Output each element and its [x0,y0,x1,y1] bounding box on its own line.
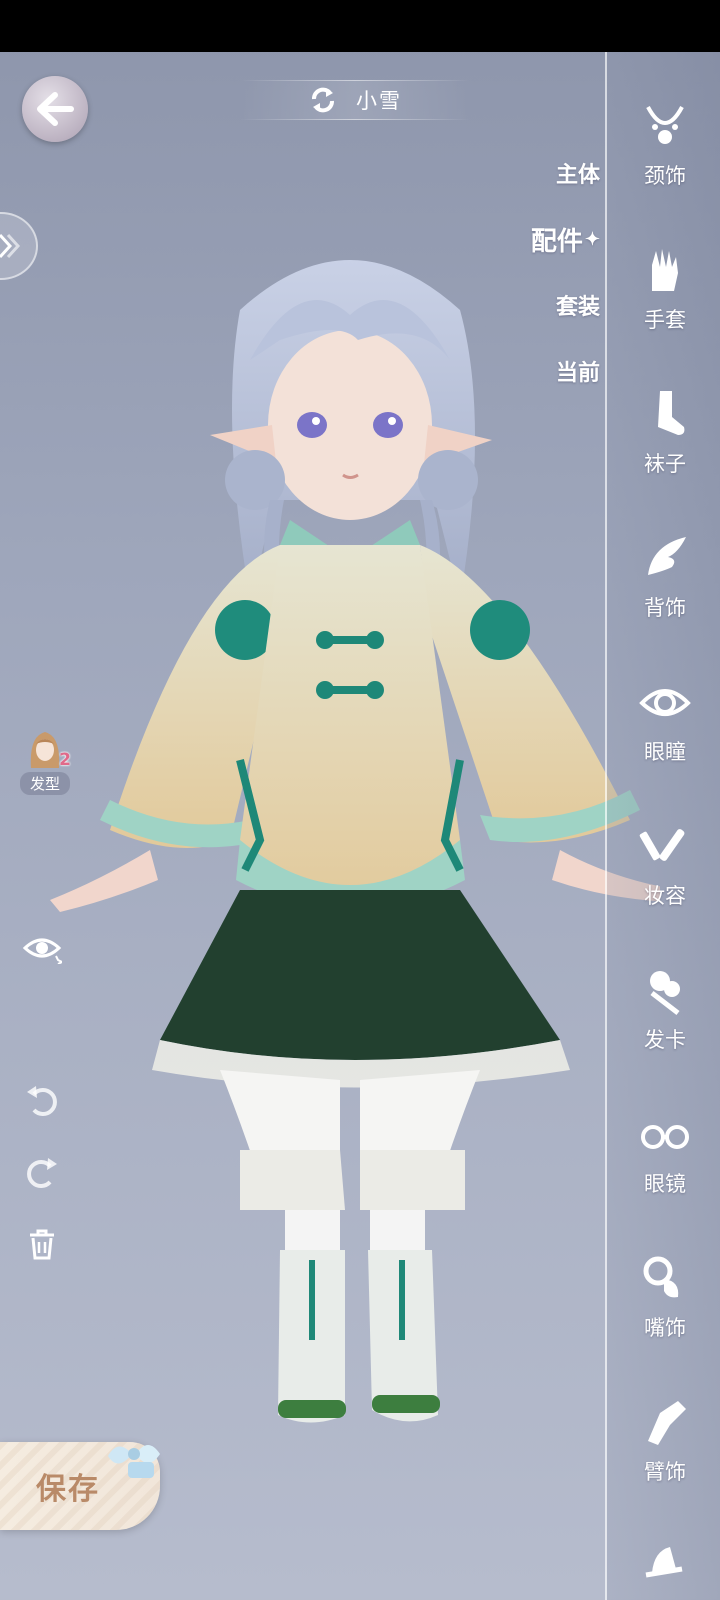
panel-divider [605,52,607,1600]
tab-outfit[interactable]: 套装 [520,272,600,338]
makeup-icon [639,829,685,861]
save-label: 保存 [36,1472,100,1507]
accessory-pupils-label: 眼瞳 [644,740,686,764]
expand-panel-button[interactable] [0,212,38,280]
eye-icon [639,689,691,716]
active-marker: ✦ [584,228,600,250]
necklace-icon [646,106,684,144]
undo-button[interactable] [20,1078,64,1122]
armband-icon [648,1401,686,1445]
character-name-bar[interactable]: 小雪 [240,80,470,120]
hairstyle-count-badge: 2 [59,750,71,770]
trash-icon [30,1229,54,1260]
hairstyle-avatar-icon: 2 [27,728,71,770]
sock-icon [658,391,685,435]
accessory-socks-label: 袜子 [644,452,686,476]
accessory-arm[interactable]: 臂饰 [620,1392,710,1512]
accessory-hairclip-label: 发卡 [644,1028,686,1052]
tab-accessories-label: 配件 [530,226,583,257]
tab-current-label: 当前 [555,360,600,386]
back-arrow-icon [37,92,74,126]
accessory-hairclip[interactable]: 发卡 [620,960,710,1080]
delete-button[interactable] [20,1222,64,1266]
tab-main-label: 主体 [555,162,600,188]
accessory-arm-label: 臂饰 [644,1460,686,1484]
tab-accessories[interactable]: 配件 ✦ [520,206,600,272]
accessory-back-label: 背饰 [644,596,686,620]
eye-sparkle-icon [22,938,62,964]
wing-icon [648,537,686,575]
redo-icon [27,1158,57,1188]
accessory-hat[interactable] [620,1536,710,1600]
accessory-gloves[interactable]: 手套 [620,240,710,360]
redo-button[interactable] [20,1150,64,1194]
category-tabs: 主体 配件 ✦ 套装 当前 [520,140,600,404]
hairclip-icon [650,971,680,1015]
hairstyle-label: 发型 [19,772,70,795]
accessory-socks[interactable]: 袜子 [620,384,710,504]
tab-main[interactable]: 主体 [520,140,600,206]
accessory-glasses-label: 眼镜 [644,1172,686,1196]
back-button[interactable] [22,76,88,142]
undo-icon [27,1086,57,1116]
accessory-gloves-label: 手套 [644,308,686,332]
tab-current[interactable]: 当前 [520,338,600,404]
accessory-mouth-label: 嘴饰 [644,1316,686,1340]
hairstyle-button[interactable]: 2 发型 [14,728,76,795]
switch-icon[interactable] [308,85,338,115]
accessory-makeup[interactable]: 妆容 [620,816,710,936]
accessory-glasses[interactable]: 眼镜 [620,1104,710,1224]
accessory-back[interactable]: 背饰 [620,528,710,648]
accessory-necklace-label: 颈饰 [644,164,686,188]
visibility-toggle-button[interactable] [20,926,64,970]
accessory-makeup-label: 妆容 [644,884,686,908]
accessory-pupils[interactable]: 眼瞳 [620,672,710,792]
character-name: 小雪 [356,89,402,113]
double-chevron-icon [0,233,21,259]
hat-icon [645,1547,683,1578]
pacifier-icon [643,1256,679,1298]
bow-decoration-icon [108,1445,160,1478]
glove-icon [652,249,678,291]
accessory-mouth[interactable]: 嘴饰 [620,1248,710,1368]
tab-outfit-label: 套装 [555,294,600,320]
status-bar [0,0,720,52]
glasses-icon [641,1125,689,1149]
accessory-necklace[interactable]: 颈饰 [620,96,710,216]
